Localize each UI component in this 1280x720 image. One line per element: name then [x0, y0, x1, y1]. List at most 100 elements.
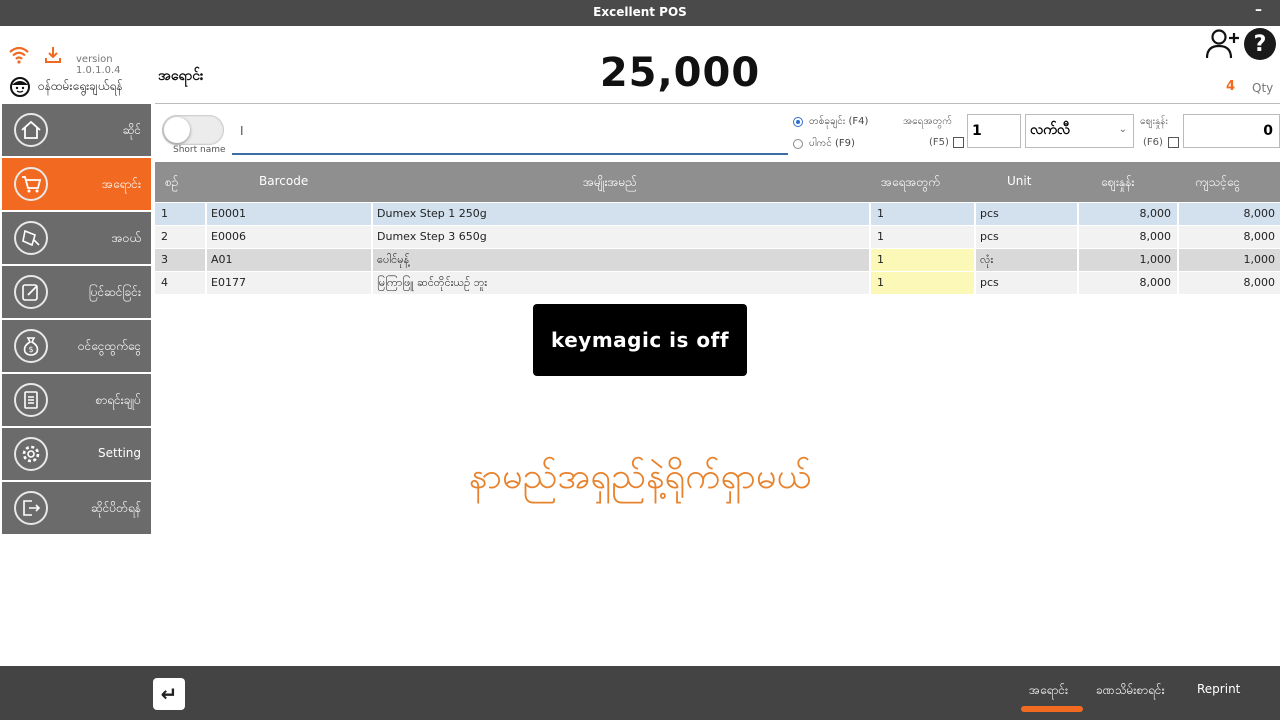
app-version: version 1.0.1.0.4 — [76, 54, 121, 76]
col-unit: Unit — [1007, 174, 1032, 188]
cell-divider — [205, 226, 207, 248]
money-bag-icon: $ — [14, 329, 48, 363]
download-icon[interactable] — [44, 46, 62, 64]
row-no: 4 — [161, 276, 168, 289]
row-no: 3 — [161, 253, 168, 266]
qty-field-label: အရေအတွက် — [903, 116, 953, 127]
video-caption: နာမည်အရှည်နဲ့ရိုက်ရှာမယ် — [468, 456, 812, 497]
cell-divider — [205, 249, 207, 271]
select-staff-link[interactable]: ဝန်ထမ်းရွေးချယ်ရန် — [38, 78, 123, 96]
sidebar-item-purchase[interactable]: အဝယ် — [2, 212, 151, 264]
radio-package[interactable]: ပါကင် (F9) — [793, 136, 855, 151]
sidebar-item-label: အရောင်း — [101, 177, 141, 191]
row-unit: လုံး — [980, 253, 994, 266]
product-search-input[interactable] — [232, 114, 788, 155]
row-price: 8,000 — [1139, 230, 1172, 243]
row-qty[interactable]: 1 — [871, 249, 974, 271]
enter-button[interactable]: ↵ — [153, 678, 185, 710]
radio-dot — [793, 138, 803, 149]
price-field-label: ဈေးနှုန်း — [1140, 116, 1168, 127]
short-name-label: Short name — [173, 145, 226, 155]
table-row[interactable]: 1 E0001 Dumex Step 1 250g 1 pcs 8,000 8,… — [155, 203, 1280, 225]
window-title: Excellent POS — [593, 5, 687, 19]
unit-select-value: လက်လီ — [1030, 122, 1070, 138]
row-amount: 1,000 — [1243, 253, 1276, 266]
row-barcode: E0177 — [211, 276, 246, 289]
sidebar-item-sales[interactable]: အရောင်း — [2, 158, 151, 210]
sidebar-item-shop[interactable]: ဆိုင် — [2, 104, 151, 156]
sidebar-item-report[interactable]: စာရင်းချုပ် — [2, 374, 151, 426]
row-name: Dumex Step 1 250g — [377, 207, 487, 220]
cell-divider — [974, 249, 976, 271]
sale-total: 25,000 — [599, 50, 761, 96]
row-no: 1 — [161, 207, 168, 220]
cell-divider — [371, 272, 373, 294]
col-qty: အရေအတွက် — [881, 175, 940, 189]
sidebar-item-edit[interactable]: ပြင်ဆင်ခြင်း — [2, 266, 151, 318]
unit-select[interactable]: လက်လီ ⌄ — [1025, 114, 1134, 148]
price-shortcut-label: (F6) — [1143, 137, 1163, 148]
sidebar-item-label: စာရင်းချုပ် — [95, 393, 142, 407]
table-row[interactable]: 3 A01 ပေါင်မုန့် 1 လုံး 1,000 1,000 — [155, 249, 1280, 271]
row-amount: 8,000 — [1243, 207, 1276, 220]
report-icon — [14, 383, 48, 417]
row-name: ပေါင်မုန့် — [377, 253, 410, 266]
radio-single-item[interactable]: တစ်ခုချင်း (F4) — [793, 114, 868, 129]
price-input[interactable]: 0 — [1183, 114, 1280, 148]
help-icon[interactable]: ? — [1244, 28, 1276, 60]
row-barcode: A01 — [211, 253, 233, 266]
table-header: စဉ် Barcode အမျိုးအမည် အရေအတွက် Unit ဈေး… — [155, 162, 1280, 202]
col-amount: ကျသင့်ငွေ — [1195, 175, 1241, 189]
row-barcode: E0006 — [211, 230, 246, 243]
tab-sales[interactable]: အရောင်း — [1029, 682, 1068, 700]
short-name-toggle[interactable] — [162, 115, 224, 145]
minimize-button[interactable]: – — [1255, 2, 1262, 18]
chevron-down-icon: ⌄ — [1118, 124, 1127, 135]
sidebar-header: version 1.0.1.0.4 ဝန်ထမ်းရွေးချယ်ရန် — [0, 26, 155, 104]
bottom-bar — [0, 666, 1280, 720]
title-bar: Excellent POS – — [0, 0, 1280, 26]
row-qty[interactable]: 1 — [871, 203, 974, 225]
row-price: 8,000 — [1139, 207, 1172, 220]
col-no: စဉ် — [165, 175, 179, 189]
col-barcode: Barcode — [259, 174, 309, 188]
row-amount: 8,000 — [1243, 276, 1276, 289]
tab-hold-list[interactable]: ခဏသိမ်းစာရင်း — [1096, 682, 1165, 700]
toggle-knob — [164, 117, 190, 143]
cell-divider — [205, 203, 207, 225]
row-qty[interactable]: 1 — [871, 226, 974, 248]
wifi-icon — [9, 46, 29, 64]
sidebar-item-label: အဝယ် — [111, 231, 141, 245]
col-price: ဈေးနှုန်း — [1101, 175, 1135, 189]
cell-divider — [974, 203, 976, 225]
table-row[interactable]: 2 E0006 Dumex Step 3 650g 1 pcs 8,000 8,… — [155, 226, 1280, 248]
row-price: 1,000 — [1139, 253, 1172, 266]
item-count-label: Qty — [1252, 81, 1274, 95]
cell-divider — [371, 226, 373, 248]
cell-divider — [371, 203, 373, 225]
table-row[interactable]: 4 E0177 မြကြာဖြူ ဆင်တိုင်းယဉ် ဘူး 1 pcs … — [155, 272, 1280, 294]
text-cursor-icon: I — [240, 124, 244, 138]
row-qty[interactable]: 1 — [871, 272, 974, 294]
row-unit: pcs — [980, 207, 999, 220]
qty-shortcut-label: (F5) — [929, 137, 949, 148]
qty-input[interactable]: 1 — [967, 114, 1021, 148]
tab-reprint[interactable]: Reprint — [1197, 682, 1240, 696]
keymagic-toast: keymagic is off — [533, 304, 747, 376]
add-customer-icon[interactable] — [1206, 28, 1240, 60]
row-no: 2 — [161, 230, 168, 243]
row-price: 8,000 — [1139, 276, 1172, 289]
row-name: မြကြာဖြူ ဆင်တိုင်းယဉ် ဘူး — [377, 276, 488, 289]
price-checkbox[interactable] — [1168, 137, 1179, 148]
sidebar-item-income-expense[interactable]: $ ဝင်ငွေထွက်ငွေ — [2, 320, 151, 372]
qty-checkbox[interactable] — [953, 137, 964, 148]
page-title: အရောင်း — [158, 68, 204, 84]
item-count: 4 — [1226, 79, 1236, 94]
sidebar-item-label: ဆိုင် — [122, 123, 141, 137]
active-tab-indicator — [1021, 706, 1083, 712]
row-unit: pcs — [980, 230, 999, 243]
row-barcode: E0001 — [211, 207, 246, 220]
row-unit: pcs — [980, 276, 999, 289]
col-name: အမျိုးအမည် — [583, 175, 638, 189]
staff-face-icon — [10, 77, 30, 97]
